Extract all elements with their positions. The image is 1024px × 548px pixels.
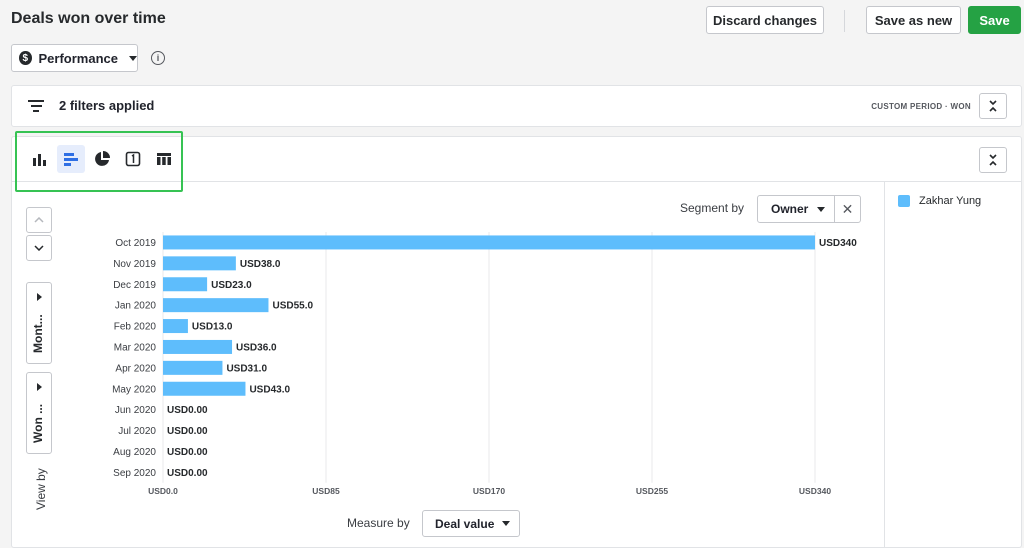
category-label: Dec 2019 [113,280,156,291]
category-label: Feb 2020 [114,322,157,333]
x-tick-label: USD170 [473,486,505,496]
category-label: Nov 2019 [113,259,156,270]
chevron-down-icon [502,521,511,526]
category-label: Jul 2020 [118,426,156,437]
bar [163,277,208,292]
data-label: USD0.00 [167,405,208,416]
bar [163,339,233,354]
bar [163,298,269,313]
data-label: USD340 [819,238,857,249]
bar [163,235,815,250]
x-tick-label: USD0.0 [148,486,178,496]
data-label: USD23.0 [211,280,252,291]
category-label: Sep 2020 [113,468,156,479]
data-label: USD13.0 [192,322,233,333]
data-label: USD0.00 [167,468,208,479]
category-label: Apr 2020 [115,363,156,374]
data-label: USD0.00 [167,447,208,458]
data-label: USD55.0 [272,301,313,312]
category-label: Mar 2020 [114,342,157,353]
measure-by-value: Deal value [435,516,495,531]
bar [163,256,236,271]
category-label: May 2020 [112,384,156,395]
category-label: Jan 2020 [115,301,157,312]
data-label: USD0.00 [167,426,208,437]
bar-chart: USD0.0 USD85 USD170 USD255 USD340 Oct 2019 USD… [112,232,857,496]
category-label: Oct 2019 [115,238,156,249]
category-label: Jun 2020 [115,405,157,416]
measure-by-label: Measure by [347,516,410,530]
data-label: USD31.0 [226,363,267,374]
bar [163,319,188,334]
bar [163,360,223,375]
category-label: Aug 2020 [113,447,156,458]
data-label: USD43.0 [249,384,290,395]
x-tick-label: USD255 [636,486,668,496]
bar [163,381,246,396]
data-label: USD38.0 [240,259,281,270]
data-label: USD36.0 [236,342,277,353]
x-tick-label: USD85 [312,486,340,496]
measure-by-select[interactable]: Deal value [422,510,520,537]
x-tick-label: USD340 [799,486,831,496]
